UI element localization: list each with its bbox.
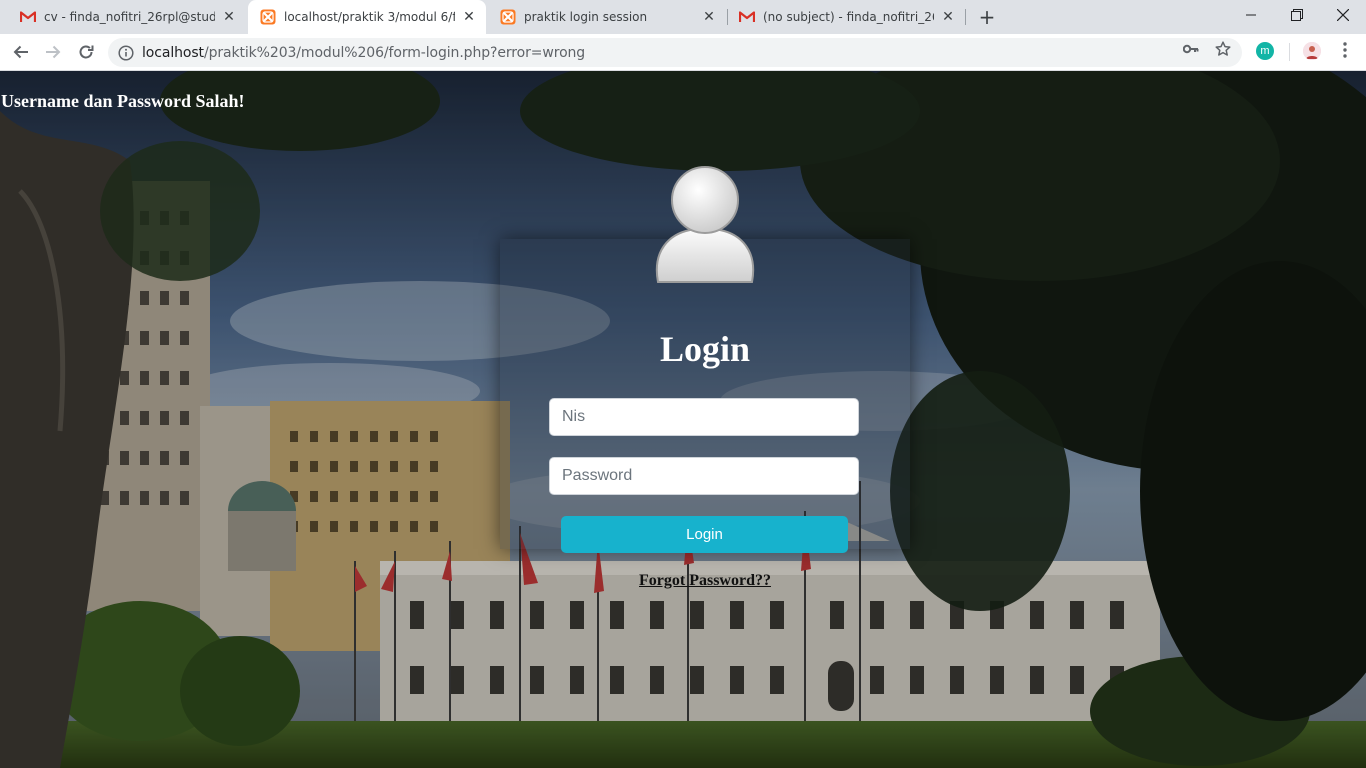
restore-icon[interactable] — [1274, 0, 1320, 30]
tab-title: cv - finda_nofitri_26rpl@student. — [44, 10, 215, 24]
tab-title: praktik login session — [524, 10, 648, 24]
user-avatar-icon — [652, 164, 758, 286]
close-icon[interactable]: ✕ — [940, 9, 956, 25]
extension-m-icon[interactable]: m — [1256, 42, 1274, 60]
close-window-icon[interactable] — [1320, 0, 1366, 30]
toolbar-separator — [1289, 43, 1290, 61]
login-button[interactable]: Login — [561, 516, 848, 553]
bookmark-star-icon[interactable] — [1214, 40, 1232, 58]
extension-label: m — [1260, 45, 1270, 57]
tab-title: localhost/praktik 3/modul 6/form — [284, 10, 455, 24]
nis-input[interactable] — [549, 398, 859, 436]
tab-title: (no subject) - finda_nofitri_26rpl@ — [763, 10, 934, 24]
page-viewport: Username dan Password Salah! Login Login… — [0, 71, 1366, 768]
tab-gmail-no-subject[interactable]: (no subject) - finda_nofitri_26rpl@ ✕ — [727, 0, 965, 34]
error-message: Username dan Password Salah! — [1, 91, 245, 111]
browser-toolbar: localhost/praktik%203/modul%206/form-log… — [0, 34, 1366, 71]
login-button-label: Login — [686, 526, 723, 543]
gmail-icon — [739, 9, 755, 25]
forgot-password-link[interactable]: Forgot Password?? — [560, 572, 850, 590]
tab-form-login[interactable]: localhost/praktik 3/modul 6/form ✕ — [248, 0, 486, 34]
tab-gmail-cv[interactable]: cv - finda_nofitri_26rpl@student. ✕ — [8, 0, 246, 34]
reload-icon[interactable] — [72, 38, 100, 66]
close-icon[interactable]: ✕ — [461, 9, 477, 25]
key-icon[interactable] — [1182, 40, 1200, 58]
back-icon[interactable] — [7, 38, 35, 66]
url-host: localhost — [142, 44, 204, 61]
address-bar[interactable]: localhost/praktik%203/modul%206/form-log… — [108, 38, 1242, 67]
forward-icon[interactable] — [39, 38, 67, 66]
url-path: /praktik%203/modul%206/form-login.php?er… — [203, 44, 586, 61]
gmail-icon — [20, 9, 36, 25]
menu-kebab-icon[interactable] — [1336, 41, 1354, 59]
login-title: Login — [659, 329, 751, 369]
profile-avatar-icon[interactable] — [1303, 42, 1321, 60]
tab-strip: cv - finda_nofitri_26rpl@student. ✕ loca… — [0, 0, 1366, 34]
info-icon[interactable] — [118, 44, 134, 61]
close-icon[interactable]: ✕ — [221, 9, 237, 25]
close-icon[interactable]: ✕ — [701, 9, 717, 25]
minimize-icon[interactable] — [1228, 0, 1274, 30]
password-input[interactable] — [549, 457, 859, 495]
tab-separator — [965, 9, 966, 25]
xampp-icon — [260, 9, 276, 25]
new-tab-icon[interactable]: + — [976, 5, 998, 29]
tab-login-session[interactable]: praktik login session ✕ — [488, 0, 726, 34]
xampp-icon — [500, 9, 516, 25]
url-text: localhost/praktik%203/modul%206/form-log… — [142, 45, 585, 61]
